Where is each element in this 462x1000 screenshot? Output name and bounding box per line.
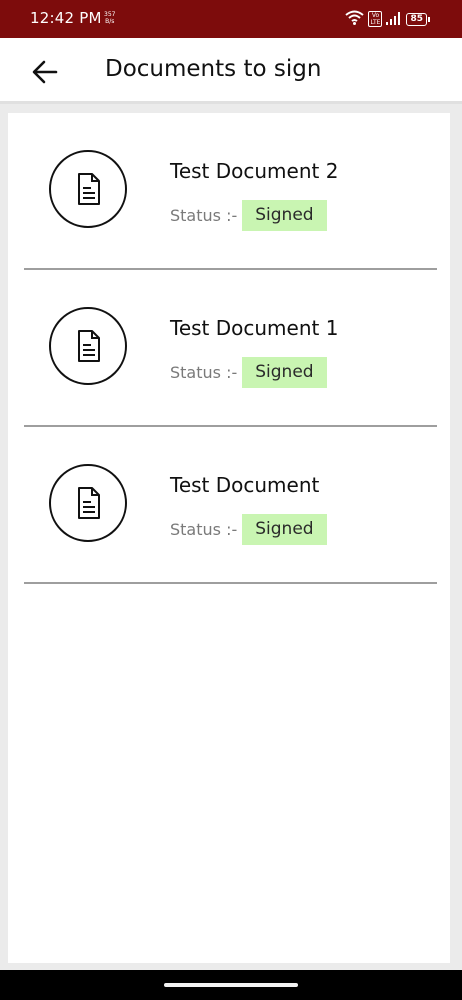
- document-icon: [49, 150, 127, 228]
- divider: [24, 582, 437, 584]
- status-icons: Vo LTE 85: [345, 9, 430, 29]
- volte-icon: Vo LTE: [368, 11, 383, 27]
- network-speed: 357 B/s: [104, 11, 115, 25]
- status-badge: Signed: [242, 357, 327, 388]
- home-gesture-handle[interactable]: [164, 983, 298, 987]
- document-title: Test Document 2: [170, 159, 339, 183]
- navigation-bar: [0, 970, 462, 1000]
- document-title: Test Document: [170, 473, 320, 497]
- battery-level: 85: [406, 12, 427, 26]
- battery-tip: [428, 16, 430, 22]
- status-badge: Signed: [242, 200, 327, 231]
- status-label: Status :-: [170, 520, 238, 539]
- wifi-icon: [345, 10, 365, 29]
- status-time: 12:42 PM: [30, 9, 102, 27]
- document-status-row: Status :- Signed: [170, 357, 327, 388]
- status-badge: Signed: [242, 514, 327, 545]
- status-label: Status :-: [170, 363, 238, 382]
- document-status-row: Status :- Signed: [170, 514, 327, 545]
- page-title: Documents to sign: [105, 56, 322, 82]
- battery-icon: 85: [406, 12, 430, 26]
- document-title: Test Document 1: [170, 316, 339, 340]
- status-label: Status :-: [170, 206, 238, 225]
- app-bar: Documents to sign: [0, 38, 462, 104]
- network-speed-value: 357: [104, 11, 116, 18]
- document-list-item[interactable]: Test Document 1 Status :- Signed: [8, 270, 450, 427]
- signal-icon: [386, 10, 402, 29]
- document-list-item[interactable]: Test Document Status :- Signed: [8, 427, 450, 584]
- volte-top-label: Vo: [371, 12, 380, 19]
- document-icon: [49, 307, 127, 385]
- status-bar: 12:42 PM 357 B/s Vo LTE 85: [0, 0, 462, 38]
- network-speed-unit: B/s: [105, 18, 115, 25]
- volte-bottom-label: LTE: [370, 19, 381, 26]
- document-status-row: Status :- Signed: [170, 200, 327, 231]
- documents-list: Test Document 2 Status :- Signed Test Do…: [8, 113, 450, 963]
- document-list-item[interactable]: Test Document 2 Status :- Signed: [8, 113, 450, 270]
- arrow-left-icon[interactable]: [30, 58, 60, 86]
- document-icon: [49, 464, 127, 542]
